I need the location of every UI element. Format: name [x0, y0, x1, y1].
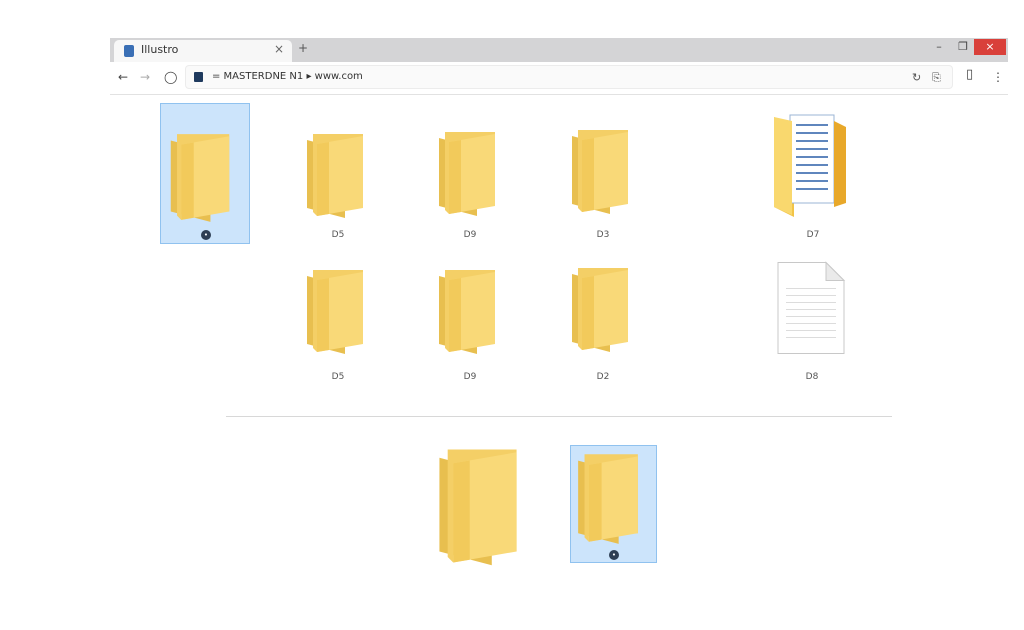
- tab-bar: Illustro × + – ❐ ×: [110, 38, 1008, 62]
- folder-item-d7[interactable]: D7: [766, 108, 860, 246]
- item-label: D7: [806, 230, 820, 240]
- toolbar: ← → ◯ = MASTERDNE N1 ▸ www.com ↻ ⎘ ▯ ⋮: [110, 62, 1008, 95]
- copy-icon[interactable]: ⎘: [932, 71, 941, 85]
- refresh-icon[interactable]: ↻: [912, 71, 921, 84]
- folder-item-large-bottom[interactable]: [422, 442, 532, 570]
- folder-icon: [167, 130, 233, 224]
- folder-item-d5-b[interactable]: D5: [296, 264, 380, 386]
- folder-icon: [569, 126, 631, 216]
- page-icon: [124, 45, 134, 57]
- text-file-icon: [776, 260, 846, 356]
- item-label: D8: [805, 372, 819, 382]
- folder-icon: [428, 444, 528, 568]
- folder-item-selected-bottom[interactable]: •: [570, 445, 657, 563]
- folder-with-documents-icon: [770, 110, 850, 222]
- folder-icon: [304, 266, 366, 356]
- check-icon: •: [609, 550, 619, 560]
- folder-icon: [569, 264, 631, 354]
- tab-title: Illustro: [141, 43, 179, 56]
- folder-icon: [573, 450, 643, 546]
- tab-active[interactable]: Illustro ×: [114, 40, 292, 62]
- tab-close-button[interactable]: ×: [274, 42, 284, 56]
- group-divider: [226, 416, 892, 417]
- item-label: D3: [596, 230, 610, 240]
- maximize-button[interactable]: ❐: [956, 39, 970, 55]
- folder-item-d5[interactable]: D5: [296, 126, 380, 246]
- folder-item-d2[interactable]: D2: [561, 262, 645, 386]
- folder-item-d3[interactable]: D3: [561, 124, 645, 246]
- new-tab-button[interactable]: +: [298, 41, 308, 55]
- folder-icon: [304, 130, 366, 220]
- item-label: D5: [331, 230, 345, 240]
- file-item-d8[interactable]: D8: [770, 258, 854, 386]
- folder-item-d9[interactable]: D9: [428, 126, 512, 246]
- back-button[interactable]: ←: [118, 70, 128, 84]
- item-label: D9: [463, 372, 477, 382]
- item-label: D5: [331, 372, 345, 382]
- folder-item-selected-top[interactable]: •: [160, 103, 250, 244]
- item-label: D9: [463, 230, 477, 240]
- forward-button[interactable]: →: [140, 70, 150, 84]
- address-bar[interactable]: = MASTERDNE N1 ▸ www.com ↻ ⎘: [185, 65, 953, 89]
- minimize-button[interactable]: –: [932, 39, 946, 55]
- close-window-button[interactable]: ×: [974, 39, 1006, 55]
- shield-icon[interactable]: ◯: [164, 70, 177, 84]
- folder-icon: [436, 128, 498, 218]
- site-icon: [194, 72, 203, 82]
- folder-icon: [436, 266, 498, 356]
- check-icon: •: [201, 230, 211, 240]
- browser-window: Illustro × + – ❐ × ← → ◯ = MASTERDNE N1 …: [110, 38, 1008, 95]
- menu-icon[interactable]: ⋮: [992, 70, 1004, 84]
- extensions-icon[interactable]: ▯: [966, 68, 973, 82]
- folder-item-d9-b[interactable]: D9: [428, 264, 512, 386]
- address-text: = MASTERDNE N1 ▸ www.com: [212, 71, 363, 82]
- item-label: D2: [596, 372, 610, 382]
